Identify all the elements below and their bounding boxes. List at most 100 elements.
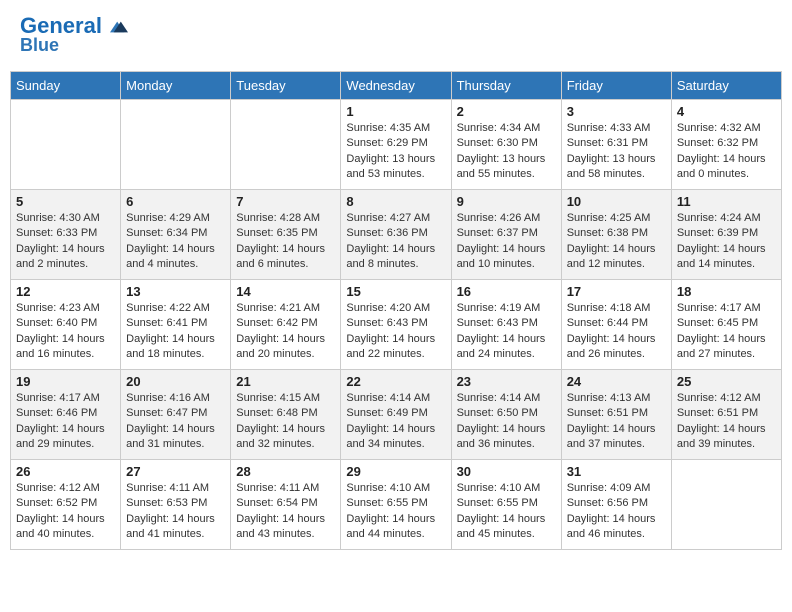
day-info: Sunrise: 4:23 AMSunset: 6:40 PMDaylight:… [16,301,115,363]
day-info: Sunrise: 4:28 AMSunset: 6:35 PMDaylight:… [236,211,335,273]
day-cell: 3Sunrise: 4:33 AMSunset: 6:31 PMDaylight… [561,100,671,190]
day-info: Sunrise: 4:30 AMSunset: 6:33 PMDaylight:… [16,211,115,273]
weekday-header-sunday: Sunday [11,72,121,100]
day-cell: 7 Sunrise: 4:28 AMSunset: 6:35 PMDaylight… [231,190,341,280]
day-number: 31 [567,464,666,479]
day-info: Sunrise: 4:32 AMSunset: 6:32 PMDaylight:… [677,121,776,183]
day-cell: 29 Sunrise: 4:10 AMSunset: 6:55 PMDayligh… [341,460,451,550]
day-cell [671,460,781,550]
day-number: 1 [346,104,445,119]
day-info: Sunrise: 4:22 AMSunset: 6:41 PMDaylight:… [126,301,225,363]
day-number: 17 [567,284,666,299]
day-cell: 24 Sunrise: 4:13 AMSunset: 6:51 PMDayligh… [561,370,671,460]
day-info: Sunrise: 4:21 AMSunset: 6:42 PMDaylight:… [236,301,335,363]
weekday-header-tuesday: Tuesday [231,72,341,100]
day-info: Sunrise: 4:10 AMSunset: 6:55 PMDaylight:… [346,481,445,543]
day-number: 25 [677,374,776,389]
day-number: 29 [346,464,445,479]
day-cell: 20Sunrise: 4:16 AMSunset: 6:47 PMDayligh… [121,370,231,460]
day-cell: 17 Sunrise: 4:18 AMSunset: 6:44 PMDayligh… [561,280,671,370]
day-info: Sunrise: 4:29 AMSunset: 6:34 PMDaylight:… [126,211,225,273]
day-number: 24 [567,374,666,389]
day-info: Sunrise: 4:25 AMSunset: 6:38 PMDaylight:… [567,211,666,273]
week-row-1: 1 Sunrise: 4:35 AMSunset: 6:29 PMDaylight… [11,100,782,190]
day-cell: 28Sunrise: 4:11 AMSunset: 6:54 PMDayligh… [231,460,341,550]
week-row-2: 5 Sunrise: 4:30 AMSunset: 6:33 PMDaylight… [11,190,782,280]
day-info: Sunrise: 4:17 AMSunset: 6:45 PMDaylight:… [677,301,776,363]
day-cell: 23Sunrise: 4:14 AMSunset: 6:50 PMDayligh… [451,370,561,460]
day-info: Sunrise: 4:13 AMSunset: 6:51 PMDaylight:… [567,391,666,453]
day-info: Sunrise: 4:17 AMSunset: 6:46 PMDaylight:… [16,391,115,453]
day-number: 9 [457,194,556,209]
day-info: Sunrise: 4:14 AMSunset: 6:49 PMDaylight:… [346,391,445,453]
day-cell: 26 Sunrise: 4:12 AMSunset: 6:52 PMDayligh… [11,460,121,550]
day-info: Sunrise: 4:16 AMSunset: 6:47 PMDaylight:… [126,391,225,453]
day-info: Sunrise: 4:12 AMSunset: 6:51 PMDaylight:… [677,391,776,453]
day-cell: 16Sunrise: 4:19 AMSunset: 6:43 PMDayligh… [451,280,561,370]
logo-text: General [20,15,128,37]
day-info: Sunrise: 4:11 AMSunset: 6:53 PMDaylight:… [126,481,225,543]
logo: General Blue [20,15,128,56]
day-number: 19 [16,374,115,389]
day-cell: 8 Sunrise: 4:27 AMSunset: 6:36 PMDaylight… [341,190,451,280]
day-number: 15 [346,284,445,299]
day-cell: 19 Sunrise: 4:17 AMSunset: 6:46 PMDayligh… [11,370,121,460]
day-number: 28 [236,464,335,479]
weekday-header-row: SundayMondayTuesdayWednesdayThursdayFrid… [11,72,782,100]
day-info: Sunrise: 4:24 AMSunset: 6:39 PMDaylight:… [677,211,776,273]
day-info: Sunrise: 4:19 AMSunset: 6:43 PMDaylight:… [457,301,556,363]
day-cell: 30Sunrise: 4:10 AMSunset: 6:55 PMDayligh… [451,460,561,550]
weekday-header-wednesday: Wednesday [341,72,451,100]
day-number: 13 [126,284,225,299]
day-cell: 9 Sunrise: 4:26 AMSunset: 6:37 PMDaylight… [451,190,561,280]
day-number: 18 [677,284,776,299]
day-info: Sunrise: 4:20 AMSunset: 6:43 PMDaylight:… [346,301,445,363]
weekday-header-thursday: Thursday [451,72,561,100]
day-cell [11,100,121,190]
day-cell: 6 Sunrise: 4:29 AMSunset: 6:34 PMDaylight… [121,190,231,280]
day-cell: 5 Sunrise: 4:30 AMSunset: 6:33 PMDaylight… [11,190,121,280]
day-cell: 31Sunrise: 4:09 AMSunset: 6:56 PMDayligh… [561,460,671,550]
day-cell: 11 Sunrise: 4:24 AMSunset: 6:39 PMDayligh… [671,190,781,280]
page-header: General Blue [10,10,782,61]
day-info: Sunrise: 4:26 AMSunset: 6:37 PMDaylight:… [457,211,556,273]
day-cell: 13 Sunrise: 4:22 AMSunset: 6:41 PMDayligh… [121,280,231,370]
day-cell: 1 Sunrise: 4:35 AMSunset: 6:29 PMDaylight… [341,100,451,190]
day-number: 6 [126,194,225,209]
day-cell: 10 Sunrise: 4:25 AMSunset: 6:38 PMDayligh… [561,190,671,280]
day-cell: 2 Sunrise: 4:34 AMSunset: 6:30 PMDaylight… [451,100,561,190]
day-cell: 18 Sunrise: 4:17 AMSunset: 6:45 PMDayligh… [671,280,781,370]
day-cell: 12 Sunrise: 4:23 AMSunset: 6:40 PMDayligh… [11,280,121,370]
day-cell: 27 Sunrise: 4:11 AMSunset: 6:53 PMDayligh… [121,460,231,550]
week-row-5: 26 Sunrise: 4:12 AMSunset: 6:52 PMDayligh… [11,460,782,550]
day-info: Sunrise: 4:27 AMSunset: 6:36 PMDaylight:… [346,211,445,273]
day-info: Sunrise: 4:33 AMSunset: 6:31 PMDaylight:… [567,121,666,183]
day-number: 10 [567,194,666,209]
day-info: Sunrise: 4:18 AMSunset: 6:44 PMDaylight:… [567,301,666,363]
week-row-4: 19 Sunrise: 4:17 AMSunset: 6:46 PMDayligh… [11,370,782,460]
day-number: 8 [346,194,445,209]
day-number: 5 [16,194,115,209]
day-number: 7 [236,194,335,209]
day-cell: 14 Sunrise: 4:21 AMSunset: 6:42 PMDayligh… [231,280,341,370]
day-number: 21 [236,374,335,389]
day-info: Sunrise: 4:35 AMSunset: 6:29 PMDaylight:… [346,121,445,183]
day-number: 26 [16,464,115,479]
day-number: 27 [126,464,225,479]
day-cell [231,100,341,190]
day-cell: 22 Sunrise: 4:14 AMSunset: 6:49 PMDayligh… [341,370,451,460]
day-number: 12 [16,284,115,299]
day-cell [121,100,231,190]
day-number: 11 [677,194,776,209]
logo-icon [110,18,128,36]
day-info: Sunrise: 4:34 AMSunset: 6:30 PMDaylight:… [457,121,556,183]
day-cell: 4Sunrise: 4:32 AMSunset: 6:32 PMDaylight… [671,100,781,190]
day-number: 2 [457,104,556,119]
weekday-header-friday: Friday [561,72,671,100]
day-info: Sunrise: 4:14 AMSunset: 6:50 PMDaylight:… [457,391,556,453]
day-number: 22 [346,374,445,389]
day-cell: 21Sunrise: 4:15 AMSunset: 6:48 PMDayligh… [231,370,341,460]
day-number: 14 [236,284,335,299]
day-info: Sunrise: 4:12 AMSunset: 6:52 PMDaylight:… [16,481,115,543]
weekday-header-saturday: Saturday [671,72,781,100]
